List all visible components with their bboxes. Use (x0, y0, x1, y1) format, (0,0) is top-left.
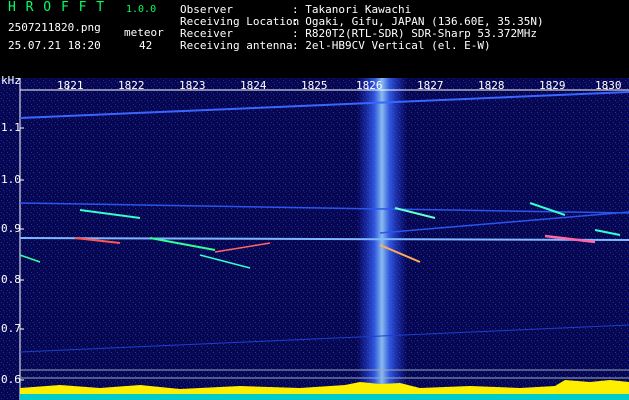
y-tick-label: 0.7 (1, 322, 21, 335)
x-tick-label: 1828 (478, 79, 505, 92)
x-tick-label: 1823 (179, 79, 206, 92)
x-tick-label: 1821 (57, 79, 84, 92)
info-antenna-key: Receiving antenna (180, 39, 293, 52)
x-tick-label: 1829 (539, 79, 566, 92)
x-tick-label: 1830 (595, 79, 622, 92)
file-datetime: 25.07.21 18:20 (8, 39, 101, 52)
info-antenna-value: : 2el-HB9CV Vertical (el. E-W) (292, 39, 491, 52)
waterfall-plot (0, 78, 629, 400)
y-tick-label: 1.1 (1, 121, 21, 134)
x-tick-label: 1824 (240, 79, 267, 92)
y-tick-label: 0.6 (1, 373, 21, 386)
meteor-count: 42 (139, 39, 153, 52)
app-version: 1.0.0 (126, 4, 157, 15)
x-tick-label: 1822 (118, 79, 145, 92)
y-tick-label: 0.8 (1, 273, 21, 286)
y-tick-label: 1.0 (1, 173, 21, 186)
file-name: 2507211820.png (8, 21, 101, 34)
x-tick-label: 1827 (417, 79, 444, 92)
x-tick-label: 1825 (301, 79, 328, 92)
meteor-label: meteor (124, 26, 164, 39)
app-name: H R O F F T (8, 0, 106, 15)
y-axis-unit: kHz (1, 74, 21, 87)
y-tick-label: 0.9 (1, 222, 21, 235)
spectrogram-screen: H R O F F T 1.0.0 2507211820.png meteor … (0, 0, 629, 400)
signal-baseline-bar (20, 394, 629, 400)
x-tick-label: 1826 (356, 79, 383, 92)
